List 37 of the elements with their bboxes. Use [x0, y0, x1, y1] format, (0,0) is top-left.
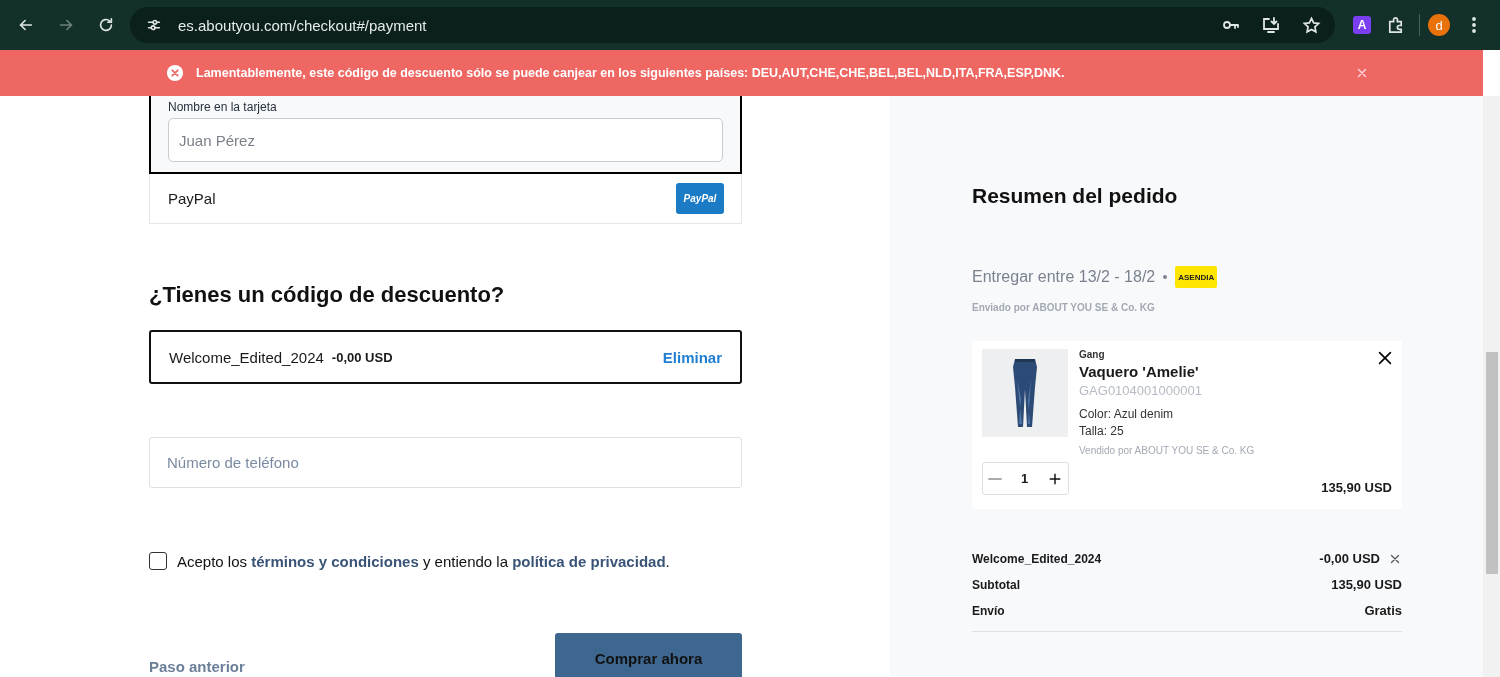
item-price: 135,90 USD — [1321, 480, 1392, 495]
discount-amount: -0,00 USD — [331, 349, 393, 365]
url-text: es.aboutyou.com/checkout#/payment — [178, 16, 428, 34]
product-size: Talla: 25 — [1079, 424, 1124, 438]
carrier-logo: ASENDIA — [1175, 266, 1218, 288]
paypal-label: PayPal — [168, 190, 216, 207]
product-color: Color: Azul denim — [1079, 407, 1174, 421]
terms-link[interactable]: términos y condiciones — [251, 552, 419, 570]
summary-label: Subtotal — [972, 577, 1020, 592]
extension-button[interactable]: A — [1353, 16, 1371, 34]
summary-value: 135,90 USD — [1331, 577, 1402, 592]
address-bar[interactable]: es.aboutyou.com/checkout#/payment — [130, 7, 1335, 43]
card-name-field[interactable]: Juan Pérez — [168, 118, 723, 162]
delivery-dates: Entregar entre 13/2 - 18/2 — [972, 268, 1156, 286]
brand-name: Gang — [1079, 349, 1105, 360]
terms-text: Acepto los términos y condiciones y entiendo la política de privacidad. — [177, 552, 670, 570]
remove-link[interactable]: Eliminar — [662, 348, 722, 366]
summary-value: -0,00 USD — [1319, 551, 1380, 566]
paypal-logo: PayPal — [676, 183, 724, 214]
quantity-value: 1 — [1020, 471, 1029, 486]
product-name: Vaquero 'Amelie' — [1079, 363, 1199, 380]
quantity-stepper[interactable]: 1 — [982, 462, 1069, 495]
paypal-option[interactable]: PayPal PayPal — [149, 174, 742, 224]
summary-label: Envío — [972, 603, 1005, 618]
summary-label: Welcome_Edited_2024 — [972, 551, 1102, 566]
shipped-by-text: Enviado por ABOUT YOU SE & Co. KG — [972, 302, 1156, 313]
product-sku: GAG0104001000001 — [1079, 383, 1202, 398]
discount-code: Welcome_Edited_2024 — [169, 348, 324, 366]
field-label: Nombre en la tarjeta — [168, 99, 278, 114]
sold-by-text: Vendido por ABOUT YOU SE & Co. KG — [1079, 445, 1255, 456]
summary-title: Resumen del pedido — [972, 184, 1179, 208]
phone-field[interactable]: Número de teléfono — [149, 437, 742, 488]
summary-value: Gratis — [1364, 603, 1402, 618]
error-message: Lamentablemente, este código de descuento sólo se puede canjear en los siguientes países: DEU,AUT,CHE,CHE,BEL,BEL,NLD,ITA,FRA,ESP,DNK. — [196, 66, 1066, 80]
section-heading: ¿Tienes un código de descuento? — [149, 282, 506, 308]
terms-link[interactable]: política de privacidad — [512, 552, 666, 570]
previous-step-link[interactable]: Paso anterior — [149, 658, 245, 675]
